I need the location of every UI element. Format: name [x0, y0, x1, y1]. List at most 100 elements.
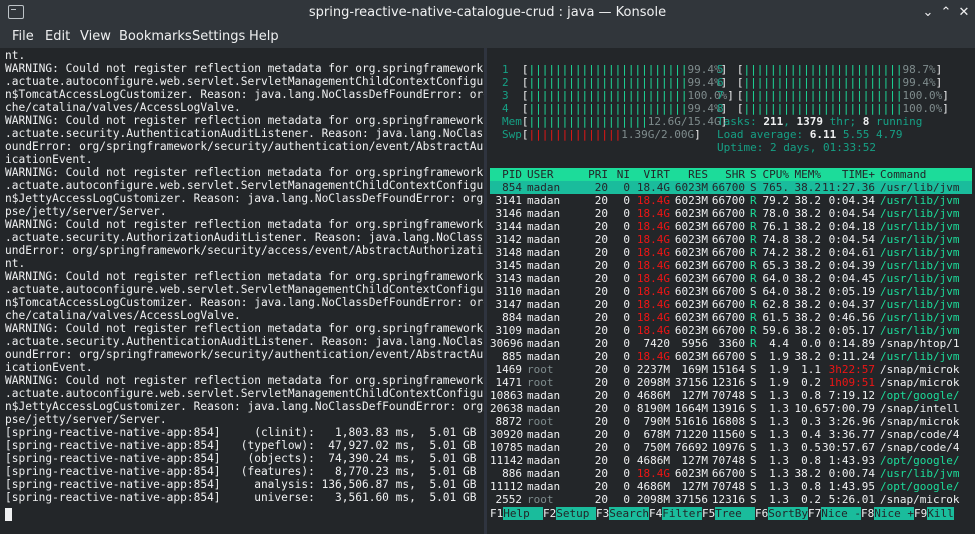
process-row[interactable]: 3147 madan 20 0 18.4G 6023M 66700 R 62.8 38.2 0:04…	[490, 298, 972, 311]
terminal-pane-htop[interactable]: PID USER PRI NI VIRT RES SHR S CPU% MEM% TIME+ Comm…	[487, 48, 975, 534]
process-cell: 38.2	[794, 311, 822, 324]
process-row[interactable]: 11112 madan 20 0 4686M 127M 70748 S 1.3 0.8 1:43.9…	[490, 480, 972, 493]
process-cell: 1:43.93	[828, 454, 875, 467]
fkey-6-label[interactable]: SortBy	[768, 507, 808, 520]
process-cell: 20	[594, 298, 608, 311]
process-cell: 169M	[681, 363, 709, 376]
log-line: [spring-reactive-native-app:854] (featur…	[5, 465, 477, 478]
process-cell: madan	[527, 246, 561, 259]
process-cell: 886	[502, 467, 522, 480]
process-cell: 10.6	[794, 402, 822, 415]
process-cell: 20	[594, 246, 608, 259]
process-row[interactable]: 1471 root 20 0 2098M 37156 12316 S 1.9 0.2 1h09:51…	[490, 376, 972, 389]
process-row[interactable]: 3143 madan 20 0 18.4G 6023M 66700 R 64.0 38.2 0:04…	[490, 272, 972, 285]
fkey-3-key[interactable]: F3	[596, 507, 609, 520]
process-row[interactable]: 886 madan 20 0 18.4G 6023M 66700 S 1.3 38.2 0:00.7…	[490, 467, 972, 480]
menu-edit[interactable]: Edit	[45, 29, 70, 44]
fkey-2-label[interactable]: Setup	[556, 507, 596, 520]
process-row[interactable]: 3144 madan 20 0 18.4G 6023M 66700 R 76.1 38.2 0:04…	[490, 220, 972, 233]
column-header-ni[interactable]: NI	[608, 168, 630, 181]
process-row[interactable]: 3109 madan 20 0 18.4G 6023M 66700 R 59.6 38.2 0:05…	[490, 324, 972, 337]
process-cell: 0:04.34	[828, 194, 875, 207]
process-row[interactable]: 3145 madan 20 0 18.4G 6023M 66700 R 65.3 38.2 0:04…	[490, 259, 972, 272]
process-row[interactable]: 30696 madan 20 0 7420 5956 3360 R 4.4 0.0 0:14.89 /…	[490, 337, 972, 350]
process-cell: 20	[594, 181, 608, 194]
fkey-1-key[interactable]: F1	[490, 507, 503, 520]
column-header-virt[interactable]: VIRT	[630, 168, 671, 181]
fkey-2-key[interactable]: F2	[543, 507, 556, 520]
process-cell: /usr/lib/jvm	[880, 259, 960, 272]
fkey-4-key[interactable]: F4	[649, 507, 662, 520]
mem-value: 12.6G/15.4G	[647, 115, 721, 128]
process-row[interactable]: 11142 madan 20 0 4686M 127M 70748 S 1.3 0.8 1:43.9…	[490, 454, 972, 467]
menu-bookmarks[interactable]: Bookmarks	[119, 29, 192, 44]
process-cell: /usr/lib/jvm	[880, 324, 960, 337]
menu-help[interactable]: Help	[249, 29, 279, 44]
process-row[interactable]: 10863 madan 20 0 4686M 127M 70748 S 1.3 0.8 7:19.1…	[490, 389, 972, 402]
column-header-cpu[interactable]: CPU%	[760, 168, 790, 181]
fkey-5-label[interactable]: Tree	[715, 507, 755, 520]
process-cell: 66700	[711, 311, 745, 324]
swp-meter: Swp[||||||||||||||1.39G/2.00G]	[502, 128, 701, 141]
process-cell: 0	[623, 194, 630, 207]
menu-view[interactable]: View	[80, 29, 111, 44]
process-cell: 0.8	[801, 389, 821, 402]
process-row[interactable]: 885 madan 20 0 18.4G 6023M 66700 S 1.9 38.2 0:11.2…	[490, 350, 972, 363]
fkey-8-key[interactable]: F8	[861, 507, 874, 520]
process-cell: 0:14.89	[828, 337, 875, 350]
process-row[interactable]: 30920 madan 20 0 678M 71220 11560 S 1.3 0.4 3:36.7…	[490, 428, 972, 441]
process-cell: 0	[623, 220, 630, 233]
menu-settings[interactable]: Settings	[192, 29, 245, 44]
log-line: [spring-reactive-native-app:854] (object…	[5, 452, 477, 465]
cpu-meter-number: 1	[502, 63, 509, 76]
process-row[interactable]: 3141 madan 20 0 18.4G 6023M 66700 R 79.2 38.2 0:04…	[490, 194, 972, 207]
fkey-9-label[interactable]: Kill	[927, 507, 954, 520]
process-row[interactable]: 3148 madan 20 0 18.4G 6023M 66700 R 74.2 38.2 0:04…	[490, 246, 972, 259]
process-row[interactable]: 884 madan 20 0 18.4G 6023M 66700 R 61.5 38.2 0:46.…	[490, 311, 972, 324]
process-row[interactable]: 3110 madan 20 0 18.4G 6023M 66700 S 64.0 38.2 0:05…	[490, 285, 972, 298]
process-row[interactable]: 10785 madan 20 0 750M 76692 10976 S 1.3 0.5 30:57.…	[490, 441, 972, 454]
process-cell: 1:43.95	[828, 480, 875, 493]
column-header-shr[interactable]: SHR	[708, 168, 745, 181]
process-row[interactable]: 20638 madan 20 0 8190M 1664M 13916 S 1.3 10.6 57:0…	[490, 402, 972, 415]
fkey-6-key[interactable]: F6	[755, 507, 768, 520]
maximize-icon[interactable]: ⌃	[937, 4, 955, 22]
process-row[interactable]: 2552 root 20 0 2098M 37156 12316 S 1.3 0.2 5:26.01…	[490, 493, 972, 506]
column-header-pid[interactable]: PID	[490, 168, 522, 181]
load-1: 6.11	[809, 128, 837, 141]
process-row[interactable]: 3142 madan 20 0 18.4G 6023M 66700 R 74.8 38.2 0:04…	[490, 233, 972, 246]
fkey-7-label[interactable]: Nice -	[821, 507, 861, 520]
process-row[interactable]: 3146 madan 20 0 18.4G 6023M 66700 R 78.0 38.2 0:04…	[490, 207, 972, 220]
column-header-pri[interactable]: PRI	[584, 168, 608, 181]
fkey-3-label[interactable]: Search	[609, 507, 649, 520]
process-cell: madan	[527, 298, 561, 311]
minimize-icon[interactable]: ⌄	[919, 4, 937, 22]
terminal-pane-left[interactable]: nt. WARNING: Could not register reflectio…	[0, 48, 517, 534]
fkey-7-key[interactable]: F7	[808, 507, 821, 520]
column-header-time[interactable]: TIME+	[821, 168, 875, 181]
log-line: WARNING: Could not register reflection m…	[5, 166, 517, 179]
process-cell: S	[750, 402, 757, 415]
process-cell: 0:46.56	[828, 311, 875, 324]
fkey-1-label[interactable]: Help	[503, 507, 543, 520]
column-header-res[interactable]: RES	[670, 168, 708, 181]
threads-count: 1379	[796, 115, 824, 128]
fkey-4-label[interactable]: Filter	[662, 507, 702, 520]
process-row[interactable]: 854 madan 20 0 18.4G 6023M 66700 S 765. 38.2 11:27…	[490, 181, 972, 194]
fkey-8-label[interactable]: Nice +	[874, 507, 914, 520]
column-header-user[interactable]: USER	[527, 168, 577, 181]
menu-file[interactable]: File	[12, 29, 34, 44]
process-cell: 790M	[643, 415, 671, 428]
process-row[interactable]: 8872 root 20 0 790M 51616 16808 S 1.3 0.3 3:26.96 /…	[490, 415, 972, 428]
process-cell: 0:04.45	[828, 272, 875, 285]
process-table-header[interactable]: PID USER PRI NI VIRT RES SHR S CPU% MEM% TIME+ Comm…	[490, 168, 972, 181]
process-row[interactable]: 1469 root 20 0 2237M 169M 15164 S 1.9 1.1 3h22:57 /…	[490, 363, 972, 376]
cpu-meter: 7 [||||||||||||||||||||||||100.0%]	[717, 89, 949, 102]
column-header-s[interactable]: S	[750, 168, 760, 181]
column-header-mem[interactable]: MEM%	[789, 168, 822, 181]
column-header-command[interactable]: Command	[880, 168, 972, 181]
close-icon[interactable]: ✕	[955, 4, 973, 22]
fkey-5-key[interactable]: F5	[702, 507, 715, 520]
fkey-9-key[interactable]: F9	[914, 507, 927, 520]
process-cell: 0	[623, 402, 630, 415]
